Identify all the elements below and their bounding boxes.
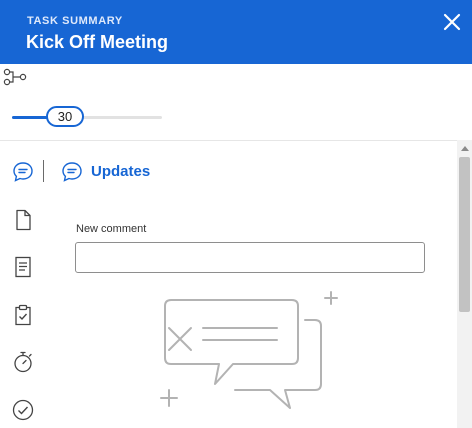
toolbar (0, 64, 472, 141)
scroll-up-arrow-icon[interactable] (461, 146, 469, 151)
check-circle-icon[interactable] (11, 398, 35, 422)
updates-title: Updates (91, 163, 151, 180)
task-summary-header: TASK SUMMARY Kick Off Meeting (0, 0, 472, 64)
header-eyebrow: TASK SUMMARY (27, 15, 123, 27)
task-title: Kick Off Meeting (26, 32, 169, 52)
close-icon[interactable] (440, 10, 464, 34)
clipboard-check-icon[interactable] (11, 303, 35, 327)
workflow-icon[interactable] (3, 68, 27, 86)
empty-chat-illustration (160, 291, 338, 409)
new-comment-input[interactable] (75, 242, 425, 273)
new-comment-label: New comment (76, 223, 147, 235)
notes-icon[interactable] (11, 255, 35, 279)
scrollbar-thumb[interactable] (459, 157, 470, 312)
zoom-slider-value-input[interactable]: 30 (46, 106, 84, 127)
rail-divider (43, 160, 44, 182)
document-icon[interactable] (11, 208, 35, 232)
updates-chat-icon (62, 162, 82, 182)
stopwatch-icon[interactable] (11, 350, 35, 374)
chat-bubble-icon[interactable] (11, 160, 35, 184)
